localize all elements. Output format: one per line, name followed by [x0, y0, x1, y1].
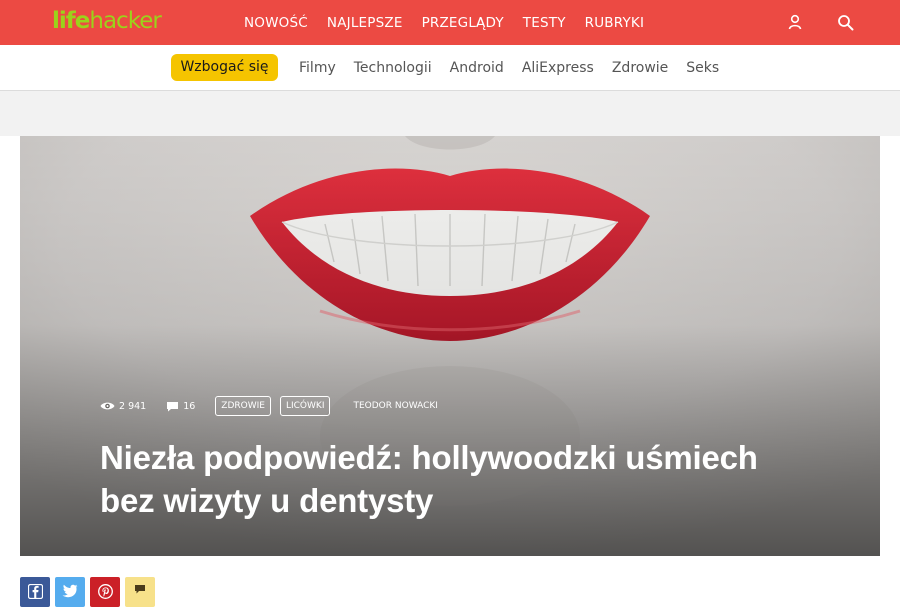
- comment-bubble-icon: [167, 401, 179, 411]
- nav-item-nowosc[interactable]: NOWOŚĆ: [244, 15, 308, 31]
- pinterest-share-button[interactable]: [90, 577, 120, 607]
- article-meta: 2 941 16 ZDROWIE LICÓWKI TEODOR NOWACKI: [100, 395, 438, 417]
- sub-nav-item-android[interactable]: Android: [450, 60, 504, 76]
- article-title[interactable]: Niezła podpowiedź: hollywoodzki uśmiech …: [100, 436, 820, 522]
- sub-nav-item-zdrowie[interactable]: Zdrowie: [612, 60, 668, 76]
- logo-part-hacker: hacker: [89, 8, 161, 34]
- top-bar: lifehacker NOWOŚĆ NAJLEPSZE PRZEGLĄDY TE…: [0, 0, 900, 45]
- facebook-share-button[interactable]: [20, 577, 50, 607]
- comment-icon: [135, 585, 145, 594]
- search-icon[interactable]: [835, 12, 855, 32]
- comments-count: 16: [183, 400, 196, 412]
- sub-nav-links: Filmy Technologii Android AliExpress Zdr…: [299, 45, 737, 90]
- highlight-pill-wzbogac-sie[interactable]: Wzbogać się: [171, 54, 278, 81]
- nav-item-przeglady[interactable]: PRZEGLĄDY: [422, 15, 504, 31]
- user-icon[interactable]: [785, 12, 805, 32]
- logo-part-life: life: [52, 8, 90, 34]
- comments-stat[interactable]: 16: [166, 401, 195, 412]
- sub-nav: Wzbogać się Filmy Technologii Android Al…: [0, 45, 900, 91]
- sub-nav-item-technologii[interactable]: Technologii: [354, 60, 432, 76]
- pinterest-icon: [97, 584, 113, 599]
- tag-zdrowie[interactable]: ZDROWIE: [215, 396, 271, 416]
- sub-nav-item-seks[interactable]: Seks: [686, 60, 719, 76]
- sub-nav-item-filmy[interactable]: Filmy: [299, 60, 336, 76]
- site-logo[interactable]: lifehacker: [52, 6, 162, 36]
- views-stat: 2 941: [100, 401, 146, 412]
- comment-share-button[interactable]: [125, 577, 155, 607]
- hero-article[interactable]: 2 941 16 ZDROWIE LICÓWKI TEODOR NOWACKI …: [20, 136, 880, 556]
- nav-item-najlepsze[interactable]: NAJLEPSZE: [327, 15, 403, 31]
- twitter-icon: [62, 584, 78, 598]
- views-count: 2 941: [119, 400, 147, 412]
- author-name[interactable]: TEODOR NOWACKI: [353, 401, 437, 411]
- main-nav: NOWOŚĆ NAJLEPSZE PRZEGLĄDY TESTY RUBRYKI: [244, 0, 663, 45]
- nav-item-testy[interactable]: TESTY: [523, 15, 566, 31]
- sub-nav-item-aliexpress[interactable]: AliExpress: [522, 60, 594, 76]
- facebook-icon: [27, 584, 43, 599]
- eye-icon: [100, 402, 115, 410]
- nav-item-rubryki[interactable]: RUBRYKI: [585, 15, 645, 31]
- twitter-share-button[interactable]: [55, 577, 85, 607]
- tag-licowki[interactable]: LICÓWKI: [279, 396, 331, 416]
- ad-placeholder-strip: [0, 91, 900, 136]
